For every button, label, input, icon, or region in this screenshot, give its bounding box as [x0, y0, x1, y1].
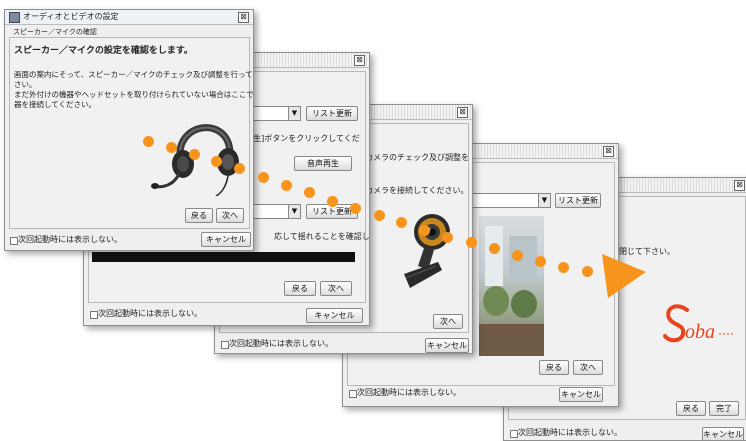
- dont-show-checkbox[interactable]: [349, 390, 357, 398]
- arrow-dot: [304, 187, 315, 198]
- svg-text:oba: oba: [685, 321, 715, 343]
- close-icon[interactable]: ⊠: [603, 146, 614, 157]
- dont-show-checkbox[interactable]: [221, 341, 229, 349]
- dont-show-label: 次回起動時には表示しない。: [518, 428, 622, 437]
- titlebar[interactable]: オーディオとビデオの設定 ⊠: [5, 10, 253, 25]
- dont-show-checkbox[interactable]: [510, 430, 518, 438]
- refresh-list-button[interactable]: リスト更新: [555, 193, 601, 208]
- description-line-4: 器を接続してください。: [14, 100, 97, 109]
- camera-instruction-2: カメラを接続してください。: [365, 186, 469, 195]
- back-button[interactable]: 戻る: [676, 401, 706, 416]
- arrow-dot: [166, 142, 177, 153]
- play-instruction: [再生]ボタンをクリックしてくだ: [242, 134, 360, 143]
- arrow-dot: [234, 163, 245, 174]
- refresh-list-button[interactable]: リスト更新: [306, 106, 358, 121]
- camera-preview: [479, 216, 544, 356]
- mic-instruction: 応して揺れることを確認してく: [274, 232, 370, 241]
- arrow-dot: [143, 136, 154, 147]
- webcam-icon: [398, 208, 460, 293]
- next-button[interactable]: 次へ: [216, 208, 244, 223]
- dropdown-arrow-icon[interactable]: ▼: [288, 205, 300, 218]
- arrow-dot: [189, 149, 200, 160]
- dont-show-checkbox[interactable]: [90, 311, 98, 319]
- arrow-dot: [582, 266, 593, 277]
- cancel-button[interactable]: キャンセル: [201, 232, 251, 247]
- dont-show-label: 次回起動時には表示しない。: [98, 309, 202, 318]
- arrow-dot: [374, 210, 385, 221]
- arrow-dot: [258, 172, 269, 183]
- dropdown-arrow-icon[interactable]: ▼: [538, 194, 550, 207]
- arrow-dot: [442, 232, 453, 243]
- app-icon: [9, 12, 20, 23]
- dont-show-label: 次回起動時には表示しない。: [229, 339, 333, 348]
- arrow-dot: [489, 243, 500, 254]
- dont-show-checkbox[interactable]: [10, 237, 18, 245]
- back-button[interactable]: 戻る: [185, 208, 213, 223]
- cancel-button[interactable]: キャンセル: [425, 338, 469, 353]
- next-button[interactable]: 次へ: [320, 281, 352, 296]
- next-button[interactable]: 次へ: [573, 360, 603, 375]
- back-button[interactable]: 戻る: [539, 360, 569, 375]
- close-icon[interactable]: ⊠: [734, 180, 745, 191]
- close-icon[interactable]: ⊠: [238, 12, 249, 23]
- play-sound-button[interactable]: 音声再生: [294, 156, 352, 171]
- page-heading: スピーカー／マイクの設定を確認をします。: [14, 46, 193, 56]
- window-title: オーディオとビデオの設定: [23, 12, 119, 21]
- cancel-button[interactable]: キャンセル: [559, 387, 603, 402]
- next-button[interactable]: 次へ: [433, 314, 463, 329]
- dropdown-arrow-icon[interactable]: ▼: [288, 107, 300, 120]
- close-icon[interactable]: ⊠: [457, 107, 468, 118]
- mic-level-meter: [92, 252, 355, 262]
- close-icon[interactable]: ⊠: [354, 55, 365, 66]
- arrow-dot: [350, 203, 361, 214]
- arrow-dot: [535, 256, 546, 267]
- arrow-head: [600, 250, 648, 300]
- arrow-dot: [419, 225, 430, 236]
- finish-button[interactable]: 完了: [709, 401, 739, 416]
- dont-show-label: 次回起動時には表示しない。: [18, 235, 122, 244]
- cancel-button[interactable]: キャンセル: [702, 427, 744, 440]
- description-line-1: 画面の案内にそって、スピーカー／マイクのチェック及び調整を行って下: [14, 70, 254, 79]
- arrow-dot: [466, 237, 477, 248]
- arrow-dot: [512, 250, 523, 261]
- dont-show-label: 次回起動時には表示しない。: [357, 388, 461, 397]
- arrow-dot: [281, 180, 292, 191]
- arrow-dot: [327, 196, 338, 207]
- cancel-button[interactable]: キャンセル: [306, 308, 363, 323]
- arrow-dot: [396, 217, 407, 228]
- back-button[interactable]: 戻る: [284, 281, 316, 296]
- arrow-dot: [211, 156, 222, 167]
- arrow-dot: [558, 262, 569, 273]
- soba-logo: oba: [659, 298, 739, 348]
- camera-instruction-1: カメラのチェック及び調整を: [365, 153, 469, 162]
